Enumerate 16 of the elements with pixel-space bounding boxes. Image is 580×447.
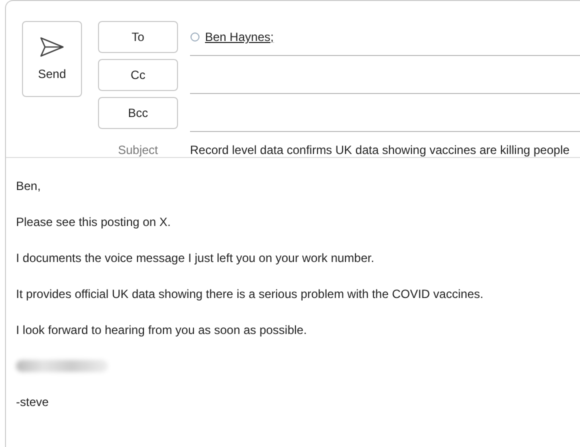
subject-field[interactable]: Record level data confirms UK data showing vaccines are killing people xyxy=(190,143,570,157)
body-paragraph: It provides official UK data showing there is a serious problem with the COVID vaccines. xyxy=(16,286,484,303)
address-button[interactable]: Cc xyxy=(98,59,178,91)
body-paragraph: Please see this posting on X. xyxy=(16,214,172,231)
address-button[interactable]: Bcc xyxy=(98,97,178,129)
send-button[interactable]: Send xyxy=(22,21,82,97)
body-paragraph: I documents the voice message I just left you on your work number. xyxy=(16,250,376,267)
body-paragraph: I look forward to hearing from you as soon as possible. xyxy=(16,322,308,339)
presence-icon xyxy=(190,32,200,42)
subject-label: Subject xyxy=(116,143,160,157)
body-paragraph: Ben, xyxy=(16,178,42,195)
body-paragraph: -steve xyxy=(16,394,50,411)
recipient-field[interactable]: Ben Haynes; xyxy=(190,20,580,56)
address-button[interactable]: To xyxy=(98,21,178,53)
send-icon xyxy=(39,37,65,57)
recipient-name[interactable]: Ben Haynes; xyxy=(205,30,274,44)
